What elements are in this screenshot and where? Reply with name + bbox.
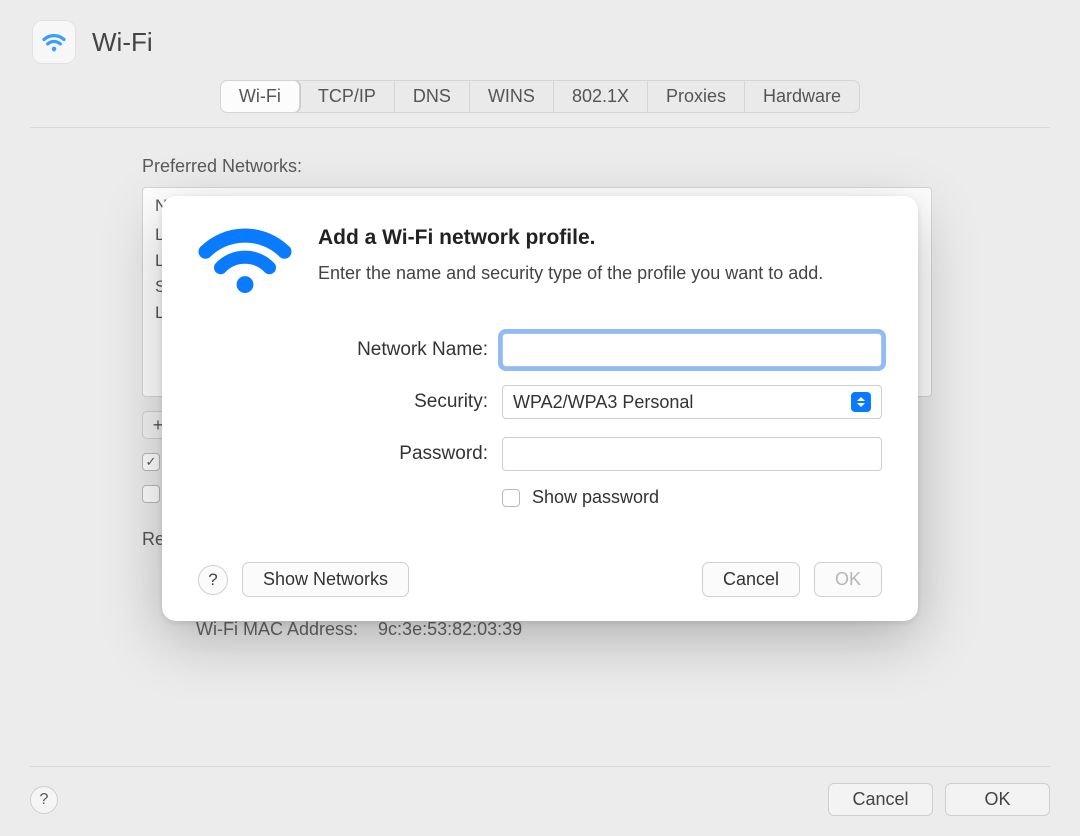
network-name-input[interactable] [502,333,882,367]
sheet-subtitle: Enter the name and security type of the … [318,260,823,286]
show-networks-button[interactable]: Show Networks [242,562,409,597]
wifi-icon [198,226,292,303]
add-wifi-form: Network Name: Security: WPA2/WPA3 Person… [318,333,882,508]
wifi-preferences-window: Wi-Fi Wi-Fi TCP/IP DNS WINS 802.1X Proxi… [0,0,1080,836]
chevrons-up-down-icon [851,392,871,412]
network-name-label: Network Name: [318,339,488,361]
sheet-title: Add a Wi-Fi network profile. [318,226,823,250]
security-select[interactable]: WPA2/WPA3 Personal [502,385,882,419]
password-input[interactable] [502,437,882,471]
security-value: WPA2/WPA3 Personal [513,392,693,413]
show-password-label: Show password [532,487,659,508]
modal-backdrop: Add a Wi-Fi network profile. Enter the n… [0,0,1080,836]
show-password-checkbox[interactable] [502,489,520,507]
tab-wifi[interactable]: Wi-Fi [221,81,300,112]
password-label: Password: [318,443,488,465]
sheet-cancel-button[interactable]: Cancel [702,562,800,597]
security-label: Security: [318,391,488,413]
sheet-ok-button[interactable]: OK [814,562,882,597]
sheet-help-button[interactable]: ? [198,565,228,595]
add-wifi-profile-sheet: Add a Wi-Fi network profile. Enter the n… [162,196,918,621]
